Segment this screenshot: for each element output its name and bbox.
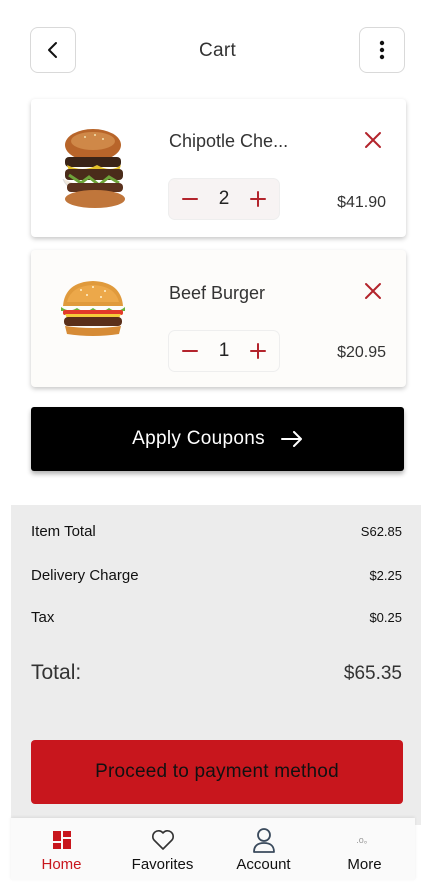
total-label: Total:: [31, 661, 82, 684]
apply-coupons-button[interactable]: Apply Coupons: [31, 407, 404, 471]
nav-item-more[interactable]: .o。 More: [314, 818, 415, 880]
proceed-to-payment-button[interactable]: Proceed to payment method: [31, 740, 403, 804]
remove-item-button[interactable]: [362, 280, 384, 302]
nav-item-account[interactable]: Account: [213, 818, 314, 880]
apply-coupons-label: Apply Coupons: [132, 428, 265, 449]
tax-row: Tax $0.25: [31, 609, 402, 626]
heart-icon: [151, 828, 175, 852]
more-dots-icon: .o。: [356, 828, 373, 852]
order-summary: Item Total S62.85 Delivery Charge $2.25 …: [11, 505, 421, 825]
total-value: $65.35: [343, 663, 402, 684]
proceed-to-payment-label: Proceed to payment method: [95, 761, 339, 782]
remove-item-button[interactable]: [362, 129, 384, 151]
nav-label-favorites: Favorites: [131, 856, 194, 873]
nav-label-home: Home: [41, 856, 82, 873]
increase-quantity-button[interactable]: [247, 188, 269, 210]
item-name: Beef Burger: [169, 283, 266, 303]
tax-value: $0.25: [369, 610, 402, 625]
arrow-right-icon: [280, 431, 302, 447]
nav-label-more: More: [347, 856, 382, 873]
beef-burger-image: [61, 281, 125, 336]
plus-icon: [249, 191, 266, 207]
item-total-value: S62.85: [360, 524, 402, 539]
quantity-value: 1: [218, 340, 230, 361]
nav-item-home[interactable]: Home: [11, 818, 112, 880]
home-grid-icon: [52, 828, 71, 852]
user-icon: [252, 828, 276, 853]
decrease-quantity-button[interactable]: [179, 340, 201, 362]
quantity-stepper: 2: [169, 179, 279, 219]
burger-stack-image: [62, 129, 125, 208]
more-dots-glyph: .o。: [356, 835, 373, 845]
menu-button[interactable]: [359, 27, 405, 73]
quantity-value: 2: [218, 188, 230, 209]
tax-label: Tax: [31, 609, 55, 626]
item-total-label: Item Total: [31, 523, 96, 540]
cart-item-card: Chipotle Che... 2 $41.90: [31, 99, 406, 237]
plus-icon: [249, 343, 266, 359]
minus-icon: [182, 350, 198, 352]
page-title: Cart: [198, 40, 237, 61]
item-name: Chipotle Che...: [169, 131, 289, 151]
delivery-charge-row: Delivery Charge $2.25: [31, 567, 402, 584]
delivery-charge-value: $2.25: [369, 568, 402, 583]
quantity-stepper: 1: [169, 331, 279, 371]
cart-item-card: Beef Burger 1 $20.95: [31, 250, 406, 387]
item-price: $41.90: [337, 194, 386, 211]
decrease-quantity-button[interactable]: [179, 188, 201, 210]
total-row: Total: $65.35: [31, 661, 402, 685]
close-icon: [365, 283, 381, 299]
app-header: Cart: [30, 27, 405, 73]
close-icon: [365, 132, 381, 148]
increase-quantity-button[interactable]: [247, 340, 269, 362]
nav-label-account: Account: [236, 856, 291, 873]
nav-item-favorites[interactable]: Favorites: [112, 818, 213, 880]
item-price: $20.95: [337, 344, 386, 361]
item-total-row: Item Total S62.85: [31, 523, 402, 540]
kebab-menu-icon: [379, 40, 385, 60]
bottom-nav: Home Favorites Account .o。 More: [11, 818, 415, 880]
delivery-charge-label: Delivery Charge: [31, 567, 139, 584]
minus-icon: [182, 198, 198, 200]
